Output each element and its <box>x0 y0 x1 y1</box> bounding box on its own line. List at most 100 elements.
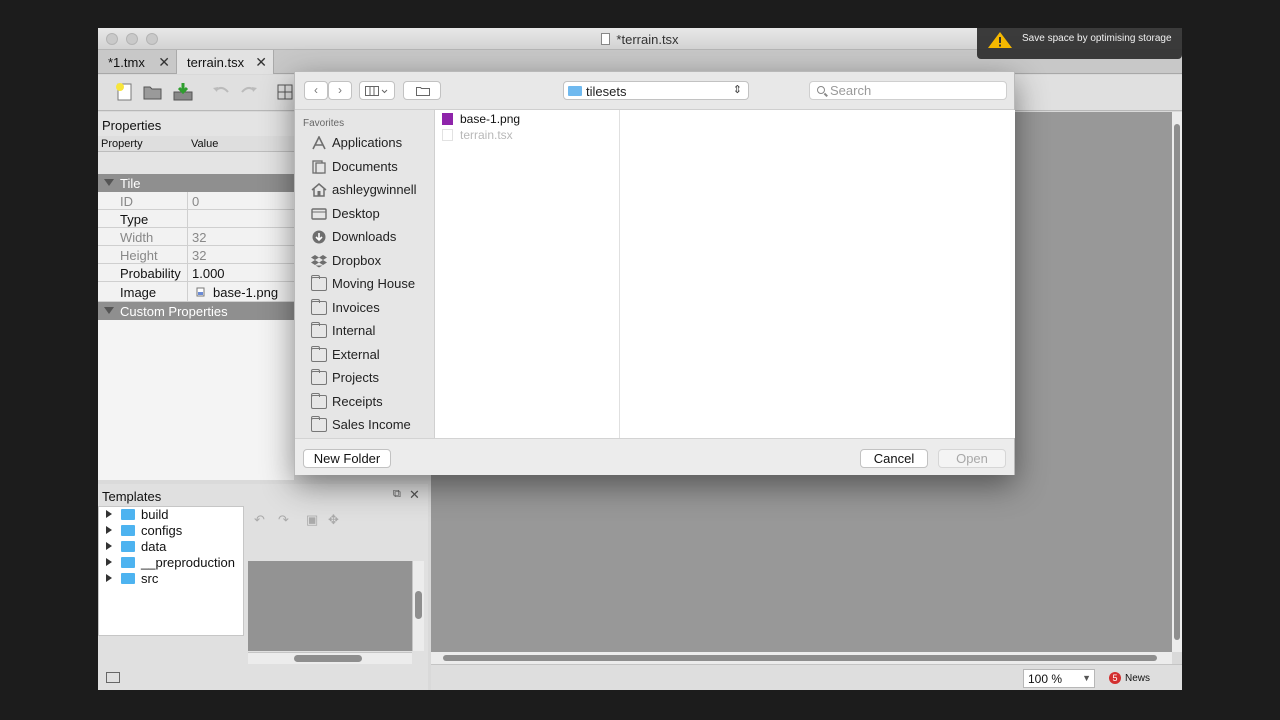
sidebar-item-label: ashleygwinnell <box>332 182 417 197</box>
open-file-dialog: ‹ › tilesets ⇕ Favorites Applications Do… <box>294 71 1015 475</box>
sidebar-item-home[interactable]: ashleygwinnell <box>295 179 435 201</box>
sidebar-item-downloads[interactable]: Downloads <box>295 226 435 248</box>
open-file-icon[interactable] <box>142 82 164 102</box>
expand-caret-icon[interactable] <box>106 510 112 518</box>
folder-icon <box>121 573 135 584</box>
close-tab-icon[interactable]: ✕ <box>158 54 170 71</box>
sidebar-item-applications[interactable]: Applications <box>295 132 435 154</box>
scroll-thumb[interactable] <box>443 655 1157 661</box>
cancel-button[interactable]: Cancel <box>860 449 928 468</box>
folder-icon <box>311 298 327 315</box>
preview-vertical-scrollbar[interactable] <box>412 561 424 651</box>
storage-notification[interactable]: Save space by optimising storage <box>977 28 1182 59</box>
search-field[interactable] <box>809 81 1007 100</box>
property-row[interactable]: Height 32 <box>98 246 294 264</box>
canvas-vertical-scrollbar[interactable] <box>1172 112 1182 652</box>
property-row[interactable]: Width 32 <box>98 228 294 246</box>
location-popup[interactable]: tilesets ⇕ <box>563 81 749 100</box>
stamp-icon[interactable]: ▣ <box>306 512 318 528</box>
redo-icon[interactable]: ↷ <box>278 512 289 528</box>
sidebar-item-external[interactable]: External <box>295 344 435 366</box>
save-file-icon[interactable] <box>172 82 194 102</box>
float-panel-icon[interactable]: ⧉ <box>393 488 401 501</box>
sidebar-item-documents[interactable]: Documents <box>295 156 435 178</box>
group-custom-properties[interactable]: Custom Properties <box>98 302 294 320</box>
group-label: Custom Properties <box>120 304 228 319</box>
close-tab-icon[interactable]: ✕ <box>255 54 267 71</box>
zoom-select[interactable]: 100 % ▼ <box>1023 669 1095 688</box>
news-count-badge: 5 <box>1109 672 1121 684</box>
expand-caret-icon[interactable] <box>106 526 112 534</box>
property-value[interactable]: 1.000 <box>192 266 225 281</box>
close-panel-icon[interactable]: ✕ <box>409 487 420 503</box>
sidebar-item-label: Projects <box>332 370 379 385</box>
tree-node-label: data <box>141 539 167 554</box>
back-button[interactable]: ‹ <box>304 81 328 100</box>
sidebar-item-label: Desktop <box>332 205 380 221</box>
expand-caret-icon[interactable] <box>106 542 112 550</box>
group-tile[interactable]: Tile <box>98 174 294 192</box>
tab-map[interactable]: *1.tmx ✕ <box>98 50 176 74</box>
search-icon <box>817 86 825 94</box>
property-row[interactable]: Type <box>98 210 294 228</box>
select-tool-icon[interactable]: ✥ <box>328 512 339 528</box>
png-file-icon <box>442 113 453 125</box>
folder-icon <box>121 525 135 536</box>
sidebar-item-receipts[interactable]: Receipts <box>295 391 435 413</box>
sidebar-item-label: Dropbox <box>332 252 382 268</box>
property-key: Height <box>120 248 158 263</box>
sidebar-item-projects[interactable]: Projects <box>295 367 435 389</box>
tileset-tool-icon[interactable] <box>274 82 296 102</box>
property-row[interactable]: Image base-1.png <box>98 282 294 302</box>
open-button[interactable]: Open <box>938 449 1006 468</box>
group-label: Tile <box>120 176 141 191</box>
new-folder-toolbar-button[interactable] <box>403 81 441 100</box>
sidebar-item-dropbox[interactable]: Dropbox <box>295 250 435 272</box>
new-template-icon[interactable] <box>106 672 120 683</box>
expand-caret-icon[interactable] <box>106 558 112 566</box>
sidebar-item-moving-house[interactable]: Moving House <box>295 273 435 295</box>
undo-icon[interactable]: ↶ <box>254 512 265 528</box>
sidebar-item-internal[interactable]: Internal <box>295 320 435 342</box>
sidebar-item-invoices[interactable]: Invoices <box>295 297 435 319</box>
scroll-thumb[interactable] <box>415 591 422 619</box>
documents-icon <box>312 159 326 174</box>
view-mode-button[interactable] <box>359 81 395 100</box>
forward-button[interactable]: › <box>328 81 352 100</box>
expand-caret-icon[interactable] <box>106 574 112 582</box>
scroll-thumb[interactable] <box>1174 124 1180 640</box>
redo-icon[interactable] <box>238 82 260 102</box>
scroll-thumb[interactable] <box>294 655 362 662</box>
property-value[interactable]: base-1.png <box>213 285 278 300</box>
undo-icon[interactable] <box>210 82 232 102</box>
preview-horizontal-scrollbar[interactable] <box>248 652 412 664</box>
chevron-down-icon[interactable]: ▼ <box>1082 673 1091 683</box>
canvas-horizontal-scrollbar[interactable] <box>431 652 1172 664</box>
column-header-property: Property <box>101 138 143 150</box>
property-key: Image <box>120 285 157 300</box>
new-folder-button[interactable]: New Folder <box>303 449 391 468</box>
sidebar-item-sales-income[interactable]: Sales Income <box>295 414 435 436</box>
folder-icon <box>121 509 135 520</box>
property-row[interactable]: Probability 1.000 <box>98 264 294 282</box>
panel-title: Properties <box>102 118 162 133</box>
sidebar-item-label: Sales Income <box>332 417 411 432</box>
sidebar-item-desktop[interactable]: Desktop <box>295 203 435 225</box>
tab-tileset[interactable]: terrain.tsx ✕ <box>176 50 274 74</box>
collapse-triangle-icon[interactable] <box>104 307 114 314</box>
folder-icon <box>121 541 135 552</box>
file-item[interactable]: base-1.png <box>435 111 620 127</box>
collapse-triangle-icon[interactable] <box>104 179 114 186</box>
new-file-icon[interactable] <box>114 82 136 102</box>
news-button[interactable]: 5 News <box>1109 672 1150 684</box>
news-label: News <box>1125 673 1151 684</box>
tree-node-label: build <box>141 507 169 522</box>
desktop-icon <box>311 207 327 220</box>
property-key: Width <box>120 230 154 245</box>
search-input[interactable] <box>830 83 1000 98</box>
property-row[interactable]: ID 0 <box>98 192 294 210</box>
folder-icon <box>311 345 327 362</box>
status-bar: 100 % ▼ 5 News <box>431 664 1182 690</box>
file-browser-column: base-1.png terrain.tsx <box>435 110 631 438</box>
columns-view-icon <box>365 86 388 96</box>
